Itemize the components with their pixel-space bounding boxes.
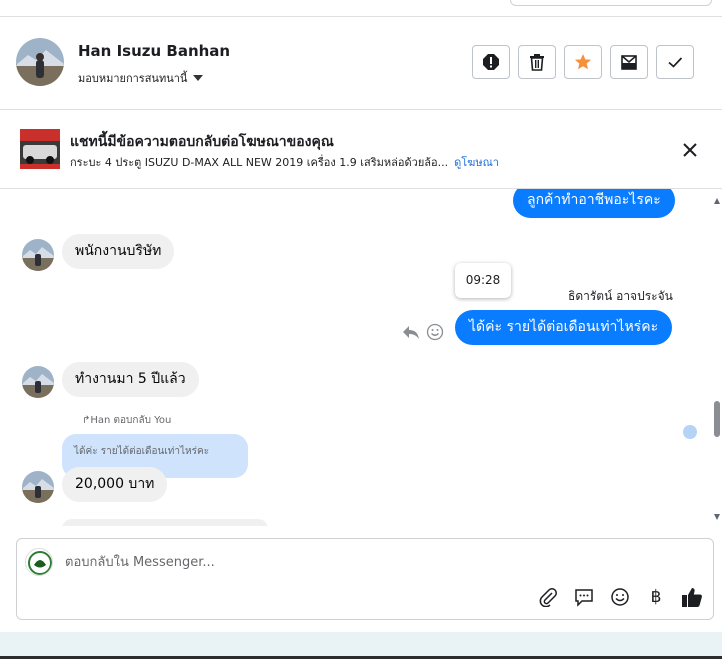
outgoing-message[interactable]: ได้ค่ะ รายได้ต่อเดือนเท่าไหร่คะ (455, 310, 673, 345)
mark-spam-button[interactable] (472, 45, 510, 79)
ad-banner-title: แชทนี้มีข้อความตอบกลับต่อโฆษณาของคุณ (70, 134, 334, 150)
composer-tools: ฿ (537, 585, 703, 609)
ad-reply-banner: แชทนี้มีข้อความตอบกลับต่อโฆษณาของคุณ กระ… (0, 110, 722, 189)
close-icon (683, 143, 697, 157)
message-list[interactable]: ลูกค้าทำอาชีพอะไรคะ พนักงานบริษัท 09:28 … (0, 189, 722, 526)
reply-composer: ฿ (16, 538, 714, 620)
attach-icon (539, 588, 557, 607)
star-button[interactable] (564, 45, 602, 79)
like-icon (682, 588, 702, 607)
reply-header-text: Han ตอบกลับ You (90, 415, 172, 426)
mark-unread-button[interactable] (610, 45, 648, 79)
contact-name: Han Isuzu Banhan (78, 42, 231, 60)
reply-icon[interactable] (402, 324, 420, 340)
sender-avatar (22, 239, 54, 271)
view-ad-link[interactable]: ดูโฆษณา (454, 156, 499, 169)
saved-reply-icon (575, 589, 593, 607)
contact-avatar[interactable] (16, 38, 64, 86)
react-emoji-icon[interactable] (426, 323, 444, 341)
check-icon (668, 57, 683, 68)
ad-thumbnail[interactable] (20, 129, 60, 169)
payment-button[interactable]: ฿ (645, 585, 667, 609)
close-banner-button[interactable] (680, 140, 700, 160)
message-scrollbar[interactable] (712, 189, 722, 526)
footer-strip (0, 632, 722, 659)
attach-button[interactable] (537, 585, 559, 609)
emoji-button[interactable] (609, 585, 631, 609)
emoji-icon (611, 588, 629, 606)
ad-description-line: กระบะ 4 ประตู ISUZU D-MAX ALL NEW 2019 เ… (70, 153, 499, 171)
page-avatar (25, 548, 53, 576)
outgoing-message[interactable]: ลูกค้าทำอาชีพอะไรคะ (513, 189, 675, 218)
incoming-message[interactable]: 20,000 บาท (62, 467, 168, 502)
header-actions (472, 45, 694, 79)
trash-icon (530, 54, 544, 71)
like-button[interactable] (681, 585, 703, 609)
read-receipt (683, 425, 697, 439)
alert-icon (483, 54, 499, 70)
sender-avatar (22, 366, 54, 398)
conversation-header: Han Isuzu Banhan มอบหมายการสนทนานี้ (0, 16, 722, 110)
incoming-message[interactable]: พนักงานบริษัท (62, 234, 175, 269)
assign-label: มอบหมายการสนทนานี้ (78, 72, 188, 85)
timestamp-tooltip: 09:28 (455, 263, 511, 298)
chevron-down-icon (193, 75, 204, 81)
sender-name: ธิดารัตน์ อาจประจัน (568, 289, 673, 303)
star-icon (575, 54, 591, 70)
mark-unread-icon (621, 55, 637, 70)
message-input[interactable] (65, 551, 625, 573)
reply-header: ↱Han ตอบกลับ You (82, 415, 172, 426)
incoming-message[interactable]: ทำงานมา 5 ปีแล้ว (62, 362, 199, 397)
sender-avatar (22, 471, 54, 503)
partial-message (62, 519, 268, 526)
delete-button[interactable] (518, 45, 556, 79)
mark-done-button[interactable] (656, 45, 694, 79)
top-strip (0, 0, 722, 17)
assign-conversation-dropdown[interactable]: มอบหมายการสนทนานี้ (78, 69, 204, 87)
ad-description: กระบะ 4 ประตู ISUZU D-MAX ALL NEW 2019 เ… (70, 156, 449, 169)
saved-reply-button[interactable] (573, 585, 595, 609)
baht-icon: ฿ (650, 587, 662, 607)
top-tab[interactable] (510, 0, 712, 6)
